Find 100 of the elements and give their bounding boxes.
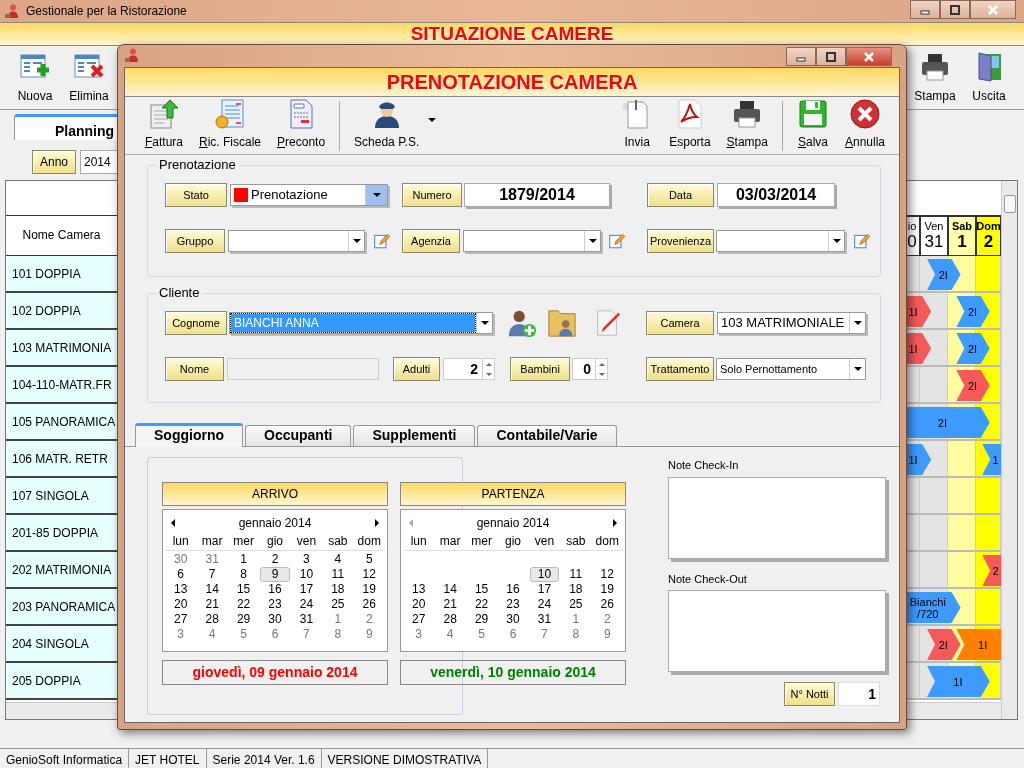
toolbar-button[interactable]: Invia [613,98,662,153]
notes-field[interactable] [668,476,886,559]
toolbar-button[interactable]: Elimina [62,48,116,107]
calendar-day[interactable]: 12 [354,567,384,582]
calendar-day[interactable]: 7 [529,627,560,642]
calendar[interactable]: gennaio 2014 lun mar mer gio ven sab dom 30 31 1 2 3 4 5 6 7 8 9 10 11 12 13 14 15 16 17 18 19 20 21 22 23 24 25 26 27 28 29 30 31 1 2 3 4 5 6 7 8 9 [162,509,388,652]
close-button[interactable] [846,47,892,66]
calendar-day[interactable]: 4 [323,552,353,567]
calendar-day[interactable]: 31 [291,612,322,627]
calendar-day[interactable]: 29 [466,612,497,627]
dropdown[interactable]: 103 MATRIMONIALE [717,312,866,334]
nights-field[interactable]: 1 [838,682,880,706]
previous-month-button[interactable] [171,519,175,527]
toolbar-button[interactable]: Salva [788,98,837,153]
toolbar-button[interactable]: Ric. Fiscale [191,98,270,153]
calendar-day[interactable]: 20 [166,597,196,612]
calendar-day[interactable]: 21 [435,597,465,612]
number-spinner[interactable]: 2 [443,358,495,380]
calendar-day[interactable]: 16 [498,582,528,597]
calendar-day[interactable]: 7 [197,567,227,582]
calendar-day[interactable]: 4 [435,627,465,642]
calendar-day[interactable]: 9 [592,627,622,642]
date-field[interactable]: 03/03/2014 [717,183,835,207]
calendar-day[interactable]: 16 [260,582,290,597]
calendar-day[interactable]: 8 [228,567,259,582]
notes-field[interactable] [668,590,886,672]
tab[interactable]: Soggiorno [135,423,243,447]
toolbar-button[interactable]: Preconto [269,98,334,153]
calendar-day[interactable]: 13 [166,582,196,597]
calendar-day[interactable]: 30 [498,612,528,627]
calendar-day[interactable]: 26 [354,597,384,612]
calendar-day[interactable]: 3 [404,627,434,642]
calendar-day[interactable]: 22 [228,597,259,612]
calendar-day[interactable]: 20 [404,597,434,612]
calendar-day[interactable]: 1 [323,612,353,627]
calendar-day[interactable]: 31 [197,552,227,567]
calendar-day[interactable]: 30 [166,552,196,567]
toolbar-button[interactable]: Stampa [908,48,962,107]
toolbar-button[interactable]: Nuova [8,48,62,107]
close-button[interactable] [970,0,1016,19]
toolbar-button[interactable]: Uscita [962,48,1016,107]
calendar-day[interactable]: 17 [291,582,322,597]
toolbar-button[interactable]: Scheda P.S. [346,98,428,153]
calendar-day[interactable]: 6 [260,627,290,642]
calendar-day[interactable]: 15 [228,582,259,597]
calendar-day[interactable]: 13 [404,582,434,597]
tab[interactable]: Contabile/Varie [477,425,617,446]
calendar-day[interactable]: 23 [498,597,528,612]
calendar-day[interactable]: 11 [561,567,591,582]
calendar-day[interactable]: 5 [354,552,384,567]
number-field[interactable]: 1879/2014 [464,183,610,207]
maximize-button[interactable] [816,47,846,66]
calendar-day[interactable]: 21 [197,597,227,612]
tab[interactable]: Supplementi [353,425,476,446]
calendar-day[interactable]: 24 [291,597,322,612]
calendar-day[interactable]: 25 [561,597,591,612]
calendar-day[interactable]: 14 [435,582,465,597]
toolbar-button[interactable]: Esporta [661,98,719,153]
next-month-button[interactable] [375,519,379,527]
toolbar-button[interactable]: Annulla [836,98,893,153]
dropdown[interactable] [463,230,601,252]
calendar-day[interactable]: 17 [529,582,560,597]
toolbar-button[interactable]: Fattura [137,98,192,153]
calendar-day[interactable]: 19 [592,582,622,597]
calendar-day[interactable]: 11 [323,567,353,582]
calendar-day[interactable]: 27 [404,612,434,627]
calendar-day[interactable]: 26 [592,597,622,612]
calendar-day[interactable]: 10 [529,567,560,582]
vertical-scrollbar[interactable] [1001,181,1017,719]
calendar-day[interactable]: 24 [529,597,560,612]
dropdown[interactable]: Solo Pernottamento [716,358,866,380]
calendar-day[interactable]: 22 [466,597,497,612]
dropdown[interactable] [228,230,365,252]
calendar-day[interactable]: 18 [561,582,591,597]
calendar-day[interactable]: 5 [466,627,497,642]
calendar-day[interactable]: 2 [354,612,384,627]
calendar-day[interactable]: 6 [498,627,528,642]
calendar-day[interactable]: 18 [323,582,353,597]
calendar-day[interactable]: 3 [291,552,322,567]
calendar-day[interactable]: 30 [260,612,290,627]
dropdown[interactable] [716,230,845,252]
calendar-day[interactable]: 8 [561,627,591,642]
calendar-day[interactable]: 8 [323,627,353,642]
calendar-day[interactable]: 5 [228,627,259,642]
calendar-day[interactable]: 9 [354,627,384,642]
calendar-day[interactable]: 23 [260,597,290,612]
booking-bar[interactable]: 1I [956,629,1001,660]
calendar-day[interactable]: 2 [260,552,290,567]
calendar[interactable]: gennaio 2014 lun mar mer gio ven sab dom 10 11 12 13 14 15 16 17 18 19 20 21 22 23 24 25 26 27 28 29 30 31 1 2 3 4 5 6 7 8 9 [400,509,626,652]
calendar-day[interactable]: 1 [561,612,591,627]
booking-bar[interactable]: 2I [904,407,990,438]
toolbar-button[interactable]: Stampa [718,98,776,153]
calendar-day[interactable]: 19 [354,582,384,597]
calendar-day[interactable]: 14 [197,582,227,597]
next-month-button[interactable] [613,519,617,527]
calendar-day[interactable]: 28 [197,612,227,627]
calendar-day[interactable]: 2 [592,612,622,627]
calendar-day[interactable]: 15 [466,582,497,597]
calendar-day[interactable]: 4 [197,627,227,642]
calendar-day[interactable]: 9 [260,567,290,582]
